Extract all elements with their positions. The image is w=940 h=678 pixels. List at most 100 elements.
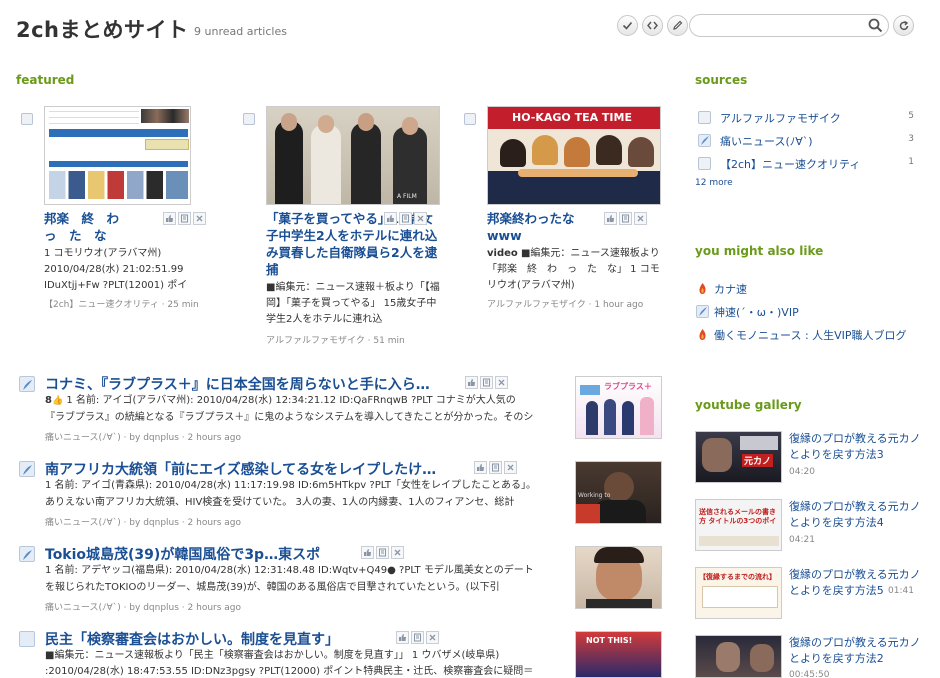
embed-button[interactable]	[642, 15, 663, 36]
article-thumbnail[interactable]: ラブプラス＋	[575, 376, 662, 439]
rss-icon	[698, 111, 711, 124]
video-thumbnail[interactable]: 送信されるメールの書き方 タイトルの3つのポイ	[695, 499, 782, 551]
featured-meta: アルファルファモザイク · 51 min	[266, 336, 405, 346]
share-button[interactable]	[376, 546, 389, 559]
video-title[interactable]: 復縁のプロが教える元カノとよりを戻す方法4	[789, 499, 924, 531]
article-thumbnail[interactable]: NOT THIS!	[575, 631, 662, 678]
share-button[interactable]	[489, 461, 502, 474]
like-button[interactable]	[163, 212, 176, 225]
more-sources-link[interactable]: 12 more	[695, 178, 733, 188]
rss-icon	[243, 113, 255, 125]
dismiss-button[interactable]	[414, 212, 427, 225]
featured-thumbnail[interactable]: A FILM	[266, 106, 440, 205]
close-icon	[429, 634, 436, 641]
share-button[interactable]	[480, 376, 493, 389]
video-caption: 送信されるメールの書き方 タイトルの3つのポイ	[699, 508, 777, 525]
thumbnail-caption: A FILM	[397, 193, 417, 200]
source-count: 1	[908, 157, 914, 167]
featured-heading: featured	[16, 73, 75, 87]
thumbnail-caption: NOT THIS!	[586, 636, 633, 645]
article-thumbnail[interactable]	[575, 546, 662, 609]
dismiss-button[interactable]	[634, 212, 647, 225]
like-button[interactable]	[361, 546, 374, 559]
like-button[interactable]	[474, 461, 487, 474]
thumbs-up-icon	[477, 464, 484, 471]
like-button[interactable]	[384, 212, 397, 225]
dismiss-button[interactable]	[495, 376, 508, 389]
thumbnail-caption: ラブプラス＋	[604, 382, 652, 391]
video-title[interactable]: 復縁のプロが教える元カノとよりを戻す方法2	[789, 635, 924, 667]
dismiss-button[interactable]	[391, 546, 404, 559]
share-button[interactable]	[178, 212, 191, 225]
video-thumbnail[interactable]	[695, 635, 782, 678]
featured-thumbnail[interactable]: HO-KAGO TEA TIME	[487, 106, 661, 205]
featured-title[interactable]: 邦楽 終 わ っ た な	[44, 210, 156, 244]
article-line-2: を報じられたTOKIOのリーダー、城島茂(39)が、韓国のある風俗店で目撃されて…	[45, 582, 500, 593]
source-item[interactable]: 【2ch】ニュー速クオリティ 1	[698, 156, 918, 172]
article-line-2: ありえない南アフリカ大統領、HIV検査を受けていた。 3人の妻、1人の内縁妻、1…	[45, 497, 515, 508]
rss-icon	[19, 631, 35, 647]
article-line-1: 1 名前: アデヤッコ(福島県): 2010/04/28(水) 12:31:48…	[45, 565, 534, 576]
item-actions	[474, 461, 517, 474]
featured-meta: アルファルファモザイク · 1 hour ago	[487, 300, 644, 310]
featured-excerpt: ■編集元：ニュース速報＋板より「【福岡】「菓子を買ってやる」 15歳女子中学生2…	[266, 282, 440, 325]
video-duration: 04:21	[789, 535, 815, 545]
like-count: 8	[45, 395, 52, 406]
close-icon	[417, 215, 424, 222]
article-title[interactable]: コナミ、『ラブプラス＋』に日本全国を周らないと手に入ら…	[45, 374, 430, 394]
featured-title[interactable]: 邦楽終わったな www	[487, 210, 587, 244]
mark-read-button[interactable]	[617, 15, 638, 36]
source-item[interactable]: アルファルファモザイク 5	[698, 110, 918, 126]
flame-icon	[699, 329, 706, 340]
thumbs-up-icon	[364, 549, 371, 556]
video-caption: 元カノ	[742, 454, 774, 467]
search-icon[interactable]	[867, 17, 884, 34]
video-title[interactable]: 復縁のプロが教える元カノとよりを戻す方法3	[789, 431, 924, 463]
dismiss-button[interactable]	[426, 631, 439, 644]
article-meta: 痛いニュース(ﾉ∀`) · by dqnplus · 2 hours ago	[45, 603, 242, 613]
document-icon	[414, 633, 421, 642]
like-button[interactable]	[604, 212, 617, 225]
edit-button[interactable]	[667, 15, 688, 36]
article-title[interactable]: Tokio城島茂(39)が韓国風俗で3p…東スポ	[45, 544, 320, 564]
close-icon	[394, 549, 401, 556]
thumbnail-caption: Working to	[578, 492, 611, 499]
article-thumbnail[interactable]: Working to	[575, 461, 662, 524]
like-button[interactable]	[465, 376, 478, 389]
article-meta: 痛いニュース(ﾉ∀`) · by dqnplus · 2 hours ago	[45, 518, 242, 528]
source-item[interactable]: 痛いニュース(ﾉ∀`) 3	[698, 133, 918, 149]
dismiss-button[interactable]	[193, 212, 206, 225]
refresh-icon	[899, 20, 908, 30]
video-duration: 00:45:50	[789, 670, 830, 678]
feather-icon	[19, 546, 35, 562]
share-button[interactable]	[411, 631, 424, 644]
close-icon	[507, 464, 514, 471]
source-name: アルファルファモザイク	[720, 112, 841, 125]
document-icon	[492, 463, 499, 472]
article-title[interactable]: 民主「検察審査会はおかしい。制度を見直す」	[45, 629, 339, 649]
video-thumbnail[interactable]: 【復縁するまでの流れ】	[695, 567, 782, 619]
video-thumbnail[interactable]: 元カノ	[695, 431, 782, 483]
rss-icon	[464, 113, 476, 125]
share-button[interactable]	[619, 212, 632, 225]
search-field	[689, 14, 889, 37]
featured-meta: 【2ch】ニュー速クオリティ · 25 min	[44, 300, 199, 310]
rss-icon	[698, 157, 711, 170]
feather-icon	[696, 305, 709, 318]
close-icon	[498, 379, 505, 386]
suggest-name: 神速(´・ω・)VIP	[714, 306, 799, 319]
video-duration: 04:20	[789, 467, 815, 477]
article-line-1: 1 名前: アイゴ(アラバマ州): 2010/04/28(水) 12:34:21…	[66, 395, 516, 406]
share-button[interactable]	[399, 212, 412, 225]
feather-icon	[19, 376, 35, 392]
search-input[interactable]	[698, 17, 858, 36]
item-actions	[384, 212, 427, 225]
featured-thumbnail[interactable]	[44, 106, 191, 205]
item-actions	[163, 212, 206, 225]
article-title[interactable]: 南アフリカ大統領「前にエイズ感染してる女をレイプしたけ…	[45, 459, 436, 479]
refresh-button[interactable]	[893, 15, 914, 36]
check-icon	[622, 21, 633, 30]
app-title: 2chまとめサイト	[16, 18, 189, 42]
dismiss-button[interactable]	[504, 461, 517, 474]
like-button[interactable]	[396, 631, 409, 644]
